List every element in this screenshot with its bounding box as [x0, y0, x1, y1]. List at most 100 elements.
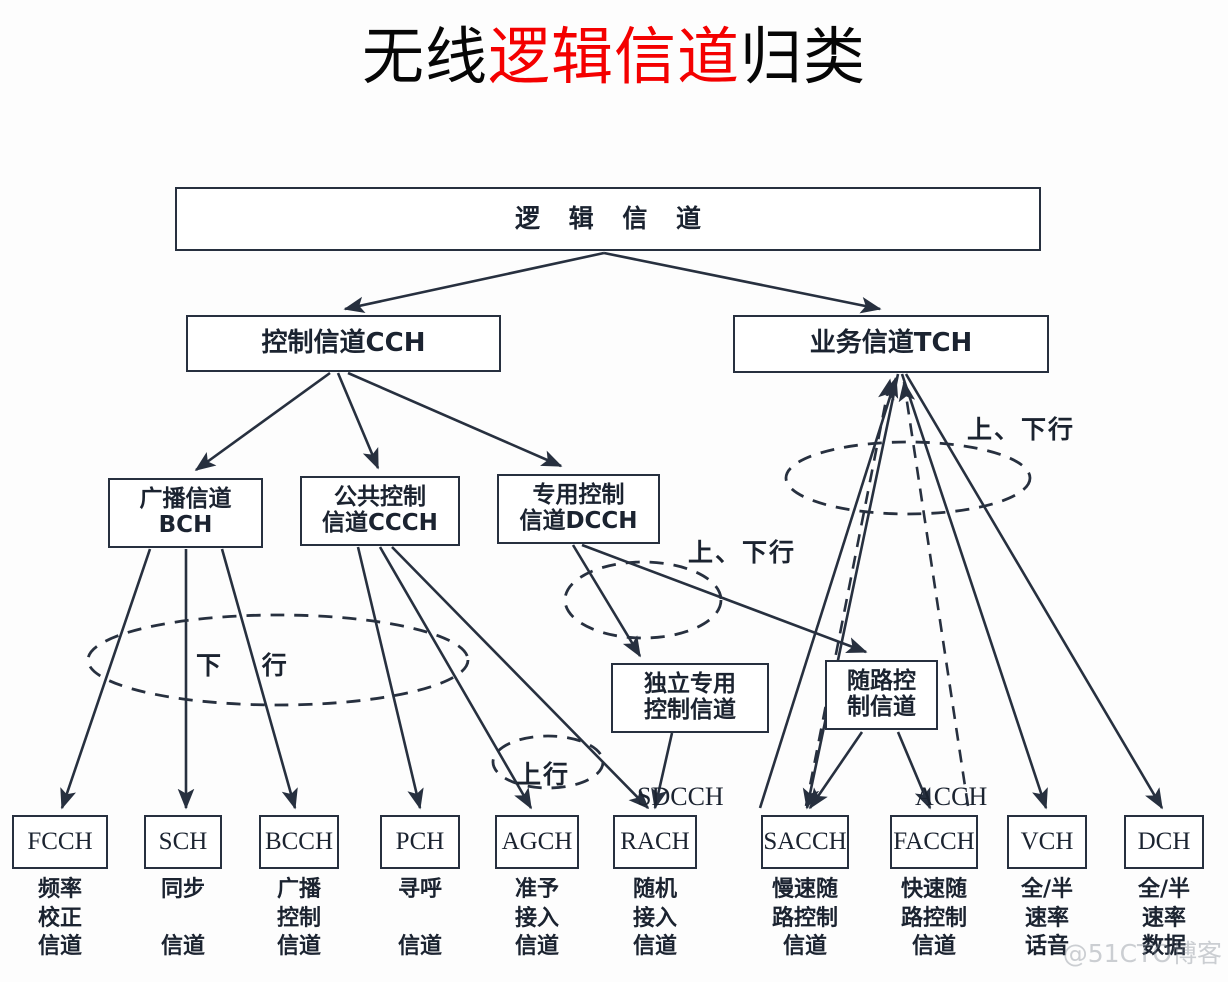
caption-line: 接入	[632, 905, 677, 931]
caption-line: 数据	[1141, 934, 1186, 960]
node-label: AGCH	[501, 828, 573, 855]
caption-fcch: 频率 校正 信道	[12, 876, 108, 962]
caption-line: 信道	[782, 934, 827, 960]
node-label: 业务信道TCH	[809, 328, 973, 359]
edge-acch-sacch	[808, 731, 864, 810]
node-label-line1: 专用控制	[532, 482, 625, 509]
edge-cch-dcch	[347, 371, 563, 468]
edge-tch-sacch-up	[802, 373, 900, 810]
node-label: FCCH	[27, 828, 93, 855]
caption-line: 随机	[632, 877, 677, 902]
caption-line: 准予	[514, 877, 559, 902]
label-sdcch: SDCCH	[637, 782, 724, 811]
edge-ccch-pch	[356, 546, 424, 810]
caption-line: 慢速随	[771, 877, 838, 902]
caption-line: 全/半	[1020, 877, 1074, 902]
node-label-line2: 信道CCCH	[322, 510, 438, 536]
node-label-line1: 广播信道	[139, 486, 232, 513]
caption-bcch: 广播 控制 信道	[257, 876, 341, 962]
node-label: FACCH	[893, 828, 975, 855]
caption-line: 接入	[514, 905, 559, 931]
caption-line: 信道	[514, 934, 559, 960]
edge-cch-bch	[194, 371, 331, 472]
caption-line: 路控制	[771, 905, 838, 931]
caption-line: 寻呼	[397, 877, 442, 902]
caption-line: 信道	[37, 934, 82, 960]
label-uplink: 上行	[516, 760, 571, 789]
caption-line: 信道	[160, 934, 205, 960]
caption-line: 信道	[276, 934, 321, 960]
node-vch[interactable]: VCH	[1007, 815, 1087, 869]
node-label: PCH	[395, 828, 445, 855]
node-label: 逻 辑 信 道	[514, 204, 712, 233]
caption-line: 快速随	[900, 877, 967, 902]
node-rach[interactable]: RACH	[613, 815, 697, 869]
node-acch-box[interactable]: 随路控 制信道	[825, 660, 938, 730]
caption-line: 控制	[276, 905, 321, 931]
caption-line: 话音	[1024, 934, 1069, 960]
node-ccch[interactable]: 公共控制 信道CCCH	[300, 476, 460, 546]
caption-line: 校正	[37, 905, 82, 931]
node-label-line2: BCH	[158, 512, 213, 538]
node-label-line1: 随路控	[847, 668, 916, 695]
node-logical-channel[interactable]: 逻 辑 信 道	[175, 187, 1041, 251]
edge-dashed-facch-tch	[898, 380, 970, 807]
caption-line: 信道	[632, 934, 677, 960]
caption-line	[141, 905, 225, 934]
slide-canvas: 无线逻辑信道归类 逻 辑 信 道 控制信道CCH 业务信道TCH 广播信道 BC…	[0, 0, 1228, 982]
caption-line: 频率	[37, 877, 82, 902]
label-dcch-updown: 上、下行	[688, 538, 797, 567]
caption-line: 全/半	[1137, 877, 1191, 902]
node-sacch[interactable]: SACCH	[761, 815, 849, 869]
node-cch[interactable]: 控制信道CCH	[186, 315, 501, 372]
caption-facch: 快速随 路控制 信道	[879, 876, 989, 962]
label-tch-updown: 上、下行	[967, 415, 1076, 444]
node-bch[interactable]: 广播信道 BCH	[108, 478, 263, 548]
dcch-ellipse	[563, 560, 723, 640]
edge-ccch-agch	[378, 546, 533, 810]
node-agch[interactable]: AGCH	[495, 815, 579, 869]
node-label-line1: 独立专用	[644, 671, 736, 698]
node-bcch[interactable]: BCCH	[259, 815, 339, 869]
node-sch[interactable]: SCH	[144, 815, 222, 869]
caption-pch: 寻呼 信道	[378, 876, 462, 962]
edge-root-tch	[603, 251, 882, 314]
node-label: 控制信道CCH	[261, 327, 426, 358]
caption-line: 同步	[160, 877, 205, 902]
node-label: BCCH	[264, 828, 334, 855]
caption-rach: 随机 接入 信道	[613, 876, 697, 962]
tch-ellipse	[784, 440, 1032, 516]
node-dcch[interactable]: 专用控制 信道DCCH	[497, 474, 660, 544]
caption-line: 信道	[911, 934, 956, 960]
node-label: SCH	[158, 828, 208, 855]
caption-line: 速率	[1024, 905, 1069, 931]
node-label: VCH	[1020, 828, 1074, 855]
caption-agch: 准予 接入 信道	[495, 876, 579, 962]
caption-line: 广播	[276, 877, 321, 902]
node-label: SACCH	[763, 828, 847, 855]
label-acch: ACCH	[915, 782, 988, 811]
node-fcch[interactable]: FCCH	[12, 815, 108, 869]
node-label-line2: 信道DCCH	[519, 508, 638, 534]
node-label-line2: 控制信道	[644, 697, 736, 723]
caption-line: 路控制	[900, 905, 967, 931]
label-downlink: 下 行	[196, 651, 303, 680]
caption-line	[378, 905, 462, 934]
caption-dch: 全/半 速率 数据	[1120, 876, 1208, 962]
caption-line: 速率	[1141, 905, 1186, 931]
edge-bch-fcch	[60, 548, 152, 810]
node-label: DCH	[1137, 828, 1191, 855]
caption-line: 信道	[397, 934, 442, 960]
caption-sacch: 慢速随 路控制 信道	[750, 876, 860, 962]
caption-vch: 全/半 速率 话音	[1003, 876, 1091, 962]
node-tch[interactable]: 业务信道TCH	[733, 315, 1049, 373]
node-sdcch-box[interactable]: 独立专用 控制信道	[611, 663, 769, 733]
node-label: RACH	[620, 828, 690, 855]
edge-cch-ccch	[336, 372, 380, 470]
node-facch[interactable]: FACCH	[890, 815, 978, 869]
node-label-line1: 公共控制	[334, 484, 426, 511]
node-pch[interactable]: PCH	[380, 815, 460, 869]
node-dch[interactable]: DCH	[1124, 815, 1204, 869]
edge-root-cch	[343, 251, 605, 314]
node-label-line2: 制信道	[847, 694, 916, 720]
